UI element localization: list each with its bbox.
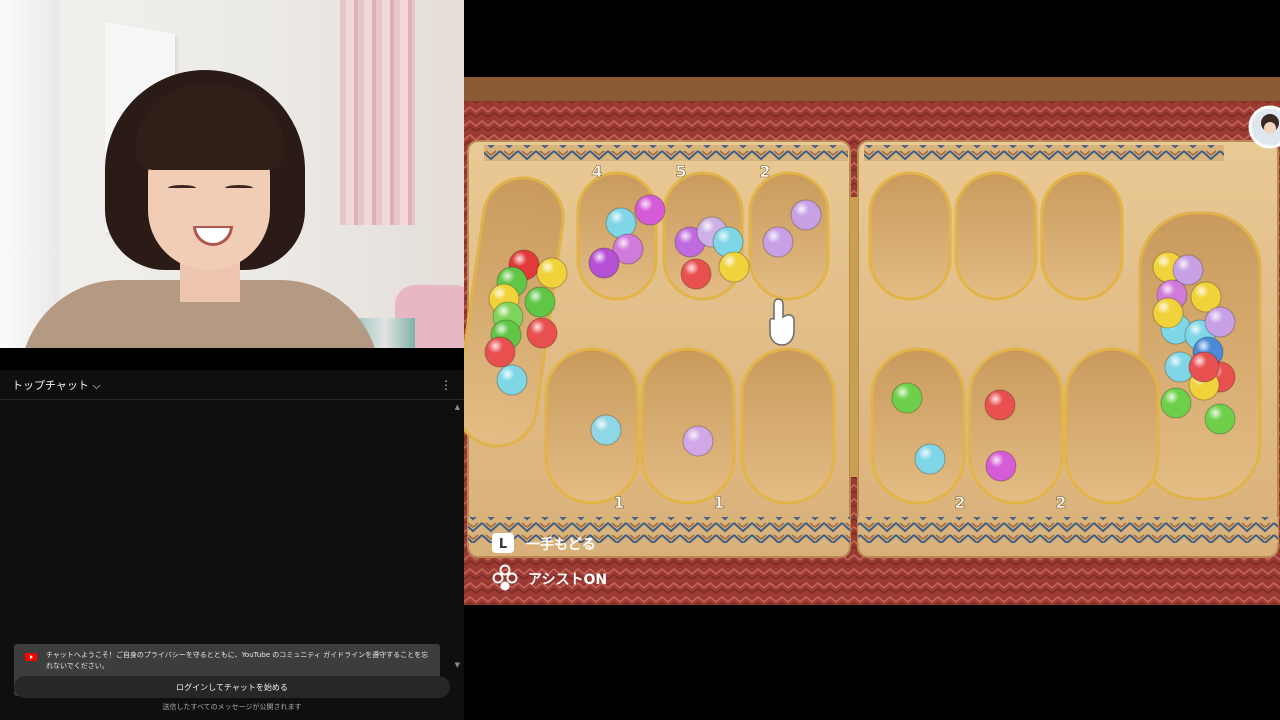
- public-note: 送信したすべてのメッセージが公開されます: [162, 703, 302, 711]
- login-to-chat-button[interactable]: ログインしてチャットを始める: [14, 676, 450, 698]
- pit-count-top-2: 5: [675, 162, 686, 181]
- pit[interactable]: [640, 347, 736, 505]
- pit-count-bottom-2: 1: [713, 493, 724, 512]
- youtube-icon: [25, 653, 37, 661]
- gem: [680, 258, 712, 290]
- gem: [985, 450, 1017, 482]
- pit[interactable]: [1040, 171, 1124, 301]
- gem: [588, 247, 620, 279]
- gem: [718, 251, 750, 283]
- gem: [1204, 403, 1236, 435]
- chat-messages[interactable]: ▲ ▼ チャットへようこそ！ご自身のプライバシーを守るとともに、YouTube …: [0, 401, 464, 696]
- gem: [762, 226, 794, 258]
- gem: [605, 207, 637, 239]
- pit[interactable]: [1064, 347, 1160, 505]
- pit-count-top-1: 4: [591, 162, 602, 181]
- gem: [634, 194, 666, 226]
- pit[interactable]: [868, 171, 952, 301]
- pit[interactable]: [870, 347, 966, 505]
- pit-count-top-3: 2: [759, 162, 770, 181]
- gem: [1188, 351, 1220, 383]
- gem: [524, 286, 556, 318]
- webcam-feed: [0, 0, 464, 348]
- l-button-icon: L: [499, 537, 507, 552]
- curtain-pink: [340, 0, 415, 225]
- pit[interactable]: [740, 347, 836, 505]
- undo-label: 一手もどる: [526, 536, 596, 553]
- gem: [536, 257, 568, 289]
- gem: [891, 382, 923, 414]
- gem: [914, 443, 946, 475]
- gem: [1204, 306, 1236, 338]
- pit[interactable]: [954, 171, 1038, 301]
- chat-header: トップチャット ⌵ ⋮: [0, 370, 464, 400]
- scroll-up-icon[interactable]: ▲: [455, 403, 460, 411]
- welcome-text: チャットへようこそ！ご自身のプライバシーを守るとともに、YouTube のコミュ…: [46, 651, 429, 670]
- game-screen: 4 5 2 1 1 2 2 L 一手もどる アシストON: [464, 77, 1280, 605]
- pit-count-bottom-3: 2: [954, 493, 965, 512]
- gem: [496, 364, 528, 396]
- scroll-down-icon[interactable]: ▼: [455, 661, 460, 669]
- eye: [225, 185, 253, 191]
- gem: [590, 414, 622, 446]
- gem: [1160, 387, 1192, 419]
- gem: [1152, 297, 1184, 329]
- assist-label: アシストON: [528, 572, 607, 588]
- live-chat-panel: トップチャット ⌵ ⋮ ▲ ▼ チャットへようこそ！ご自身のプライバシーを守ると…: [0, 370, 464, 720]
- eye: [168, 185, 196, 191]
- more-vertical-icon[interactable]: ⋮: [440, 378, 452, 392]
- mancala-scene: 4 5 2 1 1 2 2 L 一手もどる アシストON: [464, 77, 1280, 605]
- pit-count-bottom-1: 1: [613, 493, 624, 512]
- pit-count-bottom-4: 2: [1055, 493, 1066, 512]
- gem: [1172, 254, 1204, 286]
- gem: [790, 199, 822, 231]
- player-avatar-icon[interactable]: [1248, 105, 1280, 149]
- chat-mode-dropdown[interactable]: トップチャット ⌵: [12, 377, 101, 393]
- curtain: [0, 0, 60, 348]
- gem: [984, 389, 1016, 421]
- gem: [682, 425, 714, 457]
- gem: [484, 336, 516, 368]
- pit[interactable]: [968, 347, 1064, 505]
- gem: [526, 317, 558, 349]
- board-hinge: [850, 197, 858, 477]
